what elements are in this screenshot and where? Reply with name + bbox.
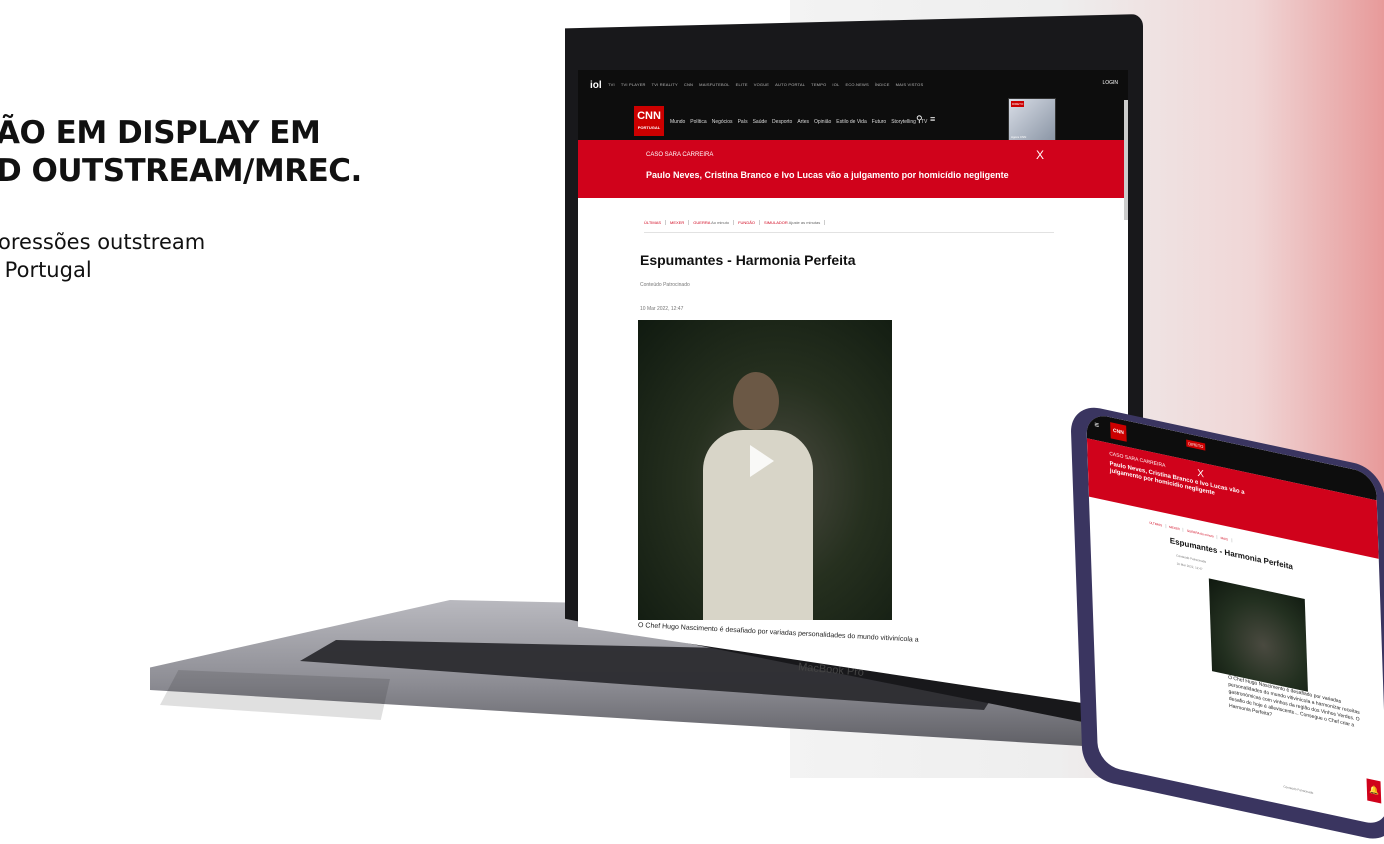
topic-tag-label: SIMULADOR <box>763 220 788 225</box>
site-main-bar: CNN PORTUGAL Mundo Política Negócios Paí… <box>578 98 1128 142</box>
hero-headline: ÃO EM DISPLAY EM D OUTSTREAM/MREC. <box>0 114 362 190</box>
topic-tag-extra: Ao minuto <box>711 220 730 225</box>
main-nav-item[interactable]: Artes <box>797 119 809 125</box>
main-nav-item[interactable]: Desporto <box>772 119 792 125</box>
play-icon[interactable] <box>750 445 774 477</box>
video-player[interactable] <box>638 320 892 620</box>
laptop-screen: iol TVI TVI PLAYER TVI REALITY CNN MAISF… <box>578 70 1128 710</box>
top-nav-item[interactable]: AUTO PORTAL <box>775 82 805 87</box>
topic-tag[interactable]: MAIS <box>1220 535 1233 543</box>
main-nav-item[interactable]: Negócios <box>712 119 733 125</box>
article-title: Espumantes - Harmonia Perfeita <box>640 252 856 268</box>
close-icon[interactable]: X <box>1197 468 1204 481</box>
article-date: 10 Mar 2022, 12:47 <box>1176 561 1203 572</box>
footer-label: Conteúdo Patrocinado <box>1283 784 1314 795</box>
top-nav-item[interactable]: ELITE <box>736 82 748 87</box>
main-nav-item[interactable]: Estilo de Vida <box>836 119 866 125</box>
scrollbar[interactable] <box>1124 100 1128 220</box>
article-caption: O Chef Hugo Nascimento é desafiado por v… <box>637 622 919 644</box>
live-badge[interactable]: DIRETO <box>1186 439 1206 451</box>
live-tv-thumbnail[interactable]: DIRETO Agora CNN <box>1008 98 1056 142</box>
cnn-logo-text: CNN <box>637 110 661 122</box>
divider <box>644 232 1054 233</box>
main-nav-item[interactable]: Storytelling <box>891 119 916 125</box>
login-link[interactable]: LOGIN <box>1102 80 1118 86</box>
top-nav-item[interactable]: TVI PLAYER <box>621 82 646 87</box>
cnn-logo[interactable]: CNN <box>1110 422 1127 442</box>
topic-tags: ÚLTIMAS MEXER GUERRA Ao minuto FUNDÃO SI… <box>644 220 826 225</box>
hero-headline-line2: D OUTSTREAM/MREC. <box>0 153 362 189</box>
menu-icon[interactable]: ≡ <box>1094 420 1099 430</box>
live-badge: DIRETO <box>1011 101 1025 107</box>
live-caption: Agora CNN <box>1011 135 1027 139</box>
topic-tag-label: FUNDÃO <box>738 220 755 225</box>
main-nav-item[interactable]: Futuro <box>872 119 886 125</box>
top-nav-item[interactable]: TVI REALITY <box>652 82 678 87</box>
breaking-news-banner[interactable]: CASO SARA CARREIRA Paulo Neves, Cristina… <box>578 140 1128 198</box>
top-nav-item[interactable]: TEMPO <box>811 82 826 87</box>
hero-subcopy-line1: oressões outstream <box>0 230 206 254</box>
topic-tag-label: MEXER <box>670 220 685 225</box>
main-nav-item[interactable]: Mundo <box>670 119 685 125</box>
main-nav-item[interactable]: Saúde <box>753 119 767 125</box>
menu-icon[interactable]: ≡ <box>930 114 935 124</box>
topic-tag[interactable]: FUNDÃO <box>738 220 760 225</box>
top-nav-item[interactable]: IOL <box>832 82 839 87</box>
topic-tag[interactable]: SIMULADOR Ajuste as minutas <box>763 220 826 225</box>
topic-tag[interactable]: ÚLTIMAS <box>1149 520 1167 529</box>
site-top-nav: TVI TVI PLAYER TVI REALITY CNN MAISFUTEB… <box>608 82 923 87</box>
top-nav-item[interactable]: MAISFUTEBOL <box>699 82 729 87</box>
close-icon[interactable]: X <box>1036 148 1044 162</box>
notification-bell-icon[interactable]: 🔔 <box>1366 778 1382 804</box>
site-main-nav: Mundo Política Negócios País Saúde Despo… <box>670 119 927 125</box>
top-nav-item[interactable]: MAIS VISTOS <box>896 82 924 87</box>
article-date: 10 Mar 2022, 12:47 <box>640 306 684 312</box>
main-nav-item[interactable]: Opinião <box>814 119 831 125</box>
phone-screen: ≡ CNN DIRETO CASO SARA CARREIRA Paulo Ne… <box>1086 412 1384 827</box>
top-nav-item[interactable]: TVI <box>608 82 615 87</box>
topic-tag[interactable]: MEXER <box>1169 524 1184 533</box>
breaking-title[interactable]: Paulo Neves, Cristina Branco e Ivo Lucas… <box>646 170 1009 180</box>
hero-subcopy: oressões outstream Portugal <box>0 228 205 284</box>
top-nav-item[interactable]: CNN <box>684 82 693 87</box>
hero-headline-line1: ÃO EM DISPLAY EM <box>0 115 321 151</box>
search-icon[interactable]: ⚲ <box>916 114 923 125</box>
video-person-head <box>733 372 779 430</box>
topic-tag-label: GUERRA <box>693 220 711 225</box>
site-top-bar: iol TVI TVI PLAYER TVI REALITY CNN MAISF… <box>578 70 1128 100</box>
top-nav-item[interactable]: VOGUE <box>754 82 769 87</box>
main-nav-item[interactable]: Política <box>690 119 706 125</box>
topic-tag-label: ÚLTIMAS <box>644 220 662 225</box>
breaking-label: CASO SARA CARREIRA <box>646 152 714 158</box>
cnn-logo-sub: PORTUGAL <box>637 125 661 130</box>
hero-subcopy-line2: Portugal <box>0 258 92 282</box>
topic-tag[interactable]: GUERRA Ao minuto <box>1186 528 1218 540</box>
cnn-logo[interactable]: CNN PORTUGAL <box>634 106 664 136</box>
top-nav-item[interactable]: ÍNDICE <box>875 82 890 87</box>
topic-tag-extra: Ajuste as minutas <box>788 220 821 225</box>
top-nav-item[interactable]: ECO.NEWS <box>845 82 868 87</box>
sponsored-label: Conteúdo Patrocinado <box>640 282 690 288</box>
topic-tag[interactable]: MEXER <box>670 220 690 225</box>
topic-tag[interactable]: GUERRA Ao minuto <box>693 220 735 225</box>
main-nav-item[interactable]: País <box>738 119 748 125</box>
video-player[interactable] <box>1208 578 1308 692</box>
topic-tag[interactable]: ÚLTIMAS <box>644 220 667 225</box>
iol-logo[interactable]: iol <box>590 80 602 91</box>
